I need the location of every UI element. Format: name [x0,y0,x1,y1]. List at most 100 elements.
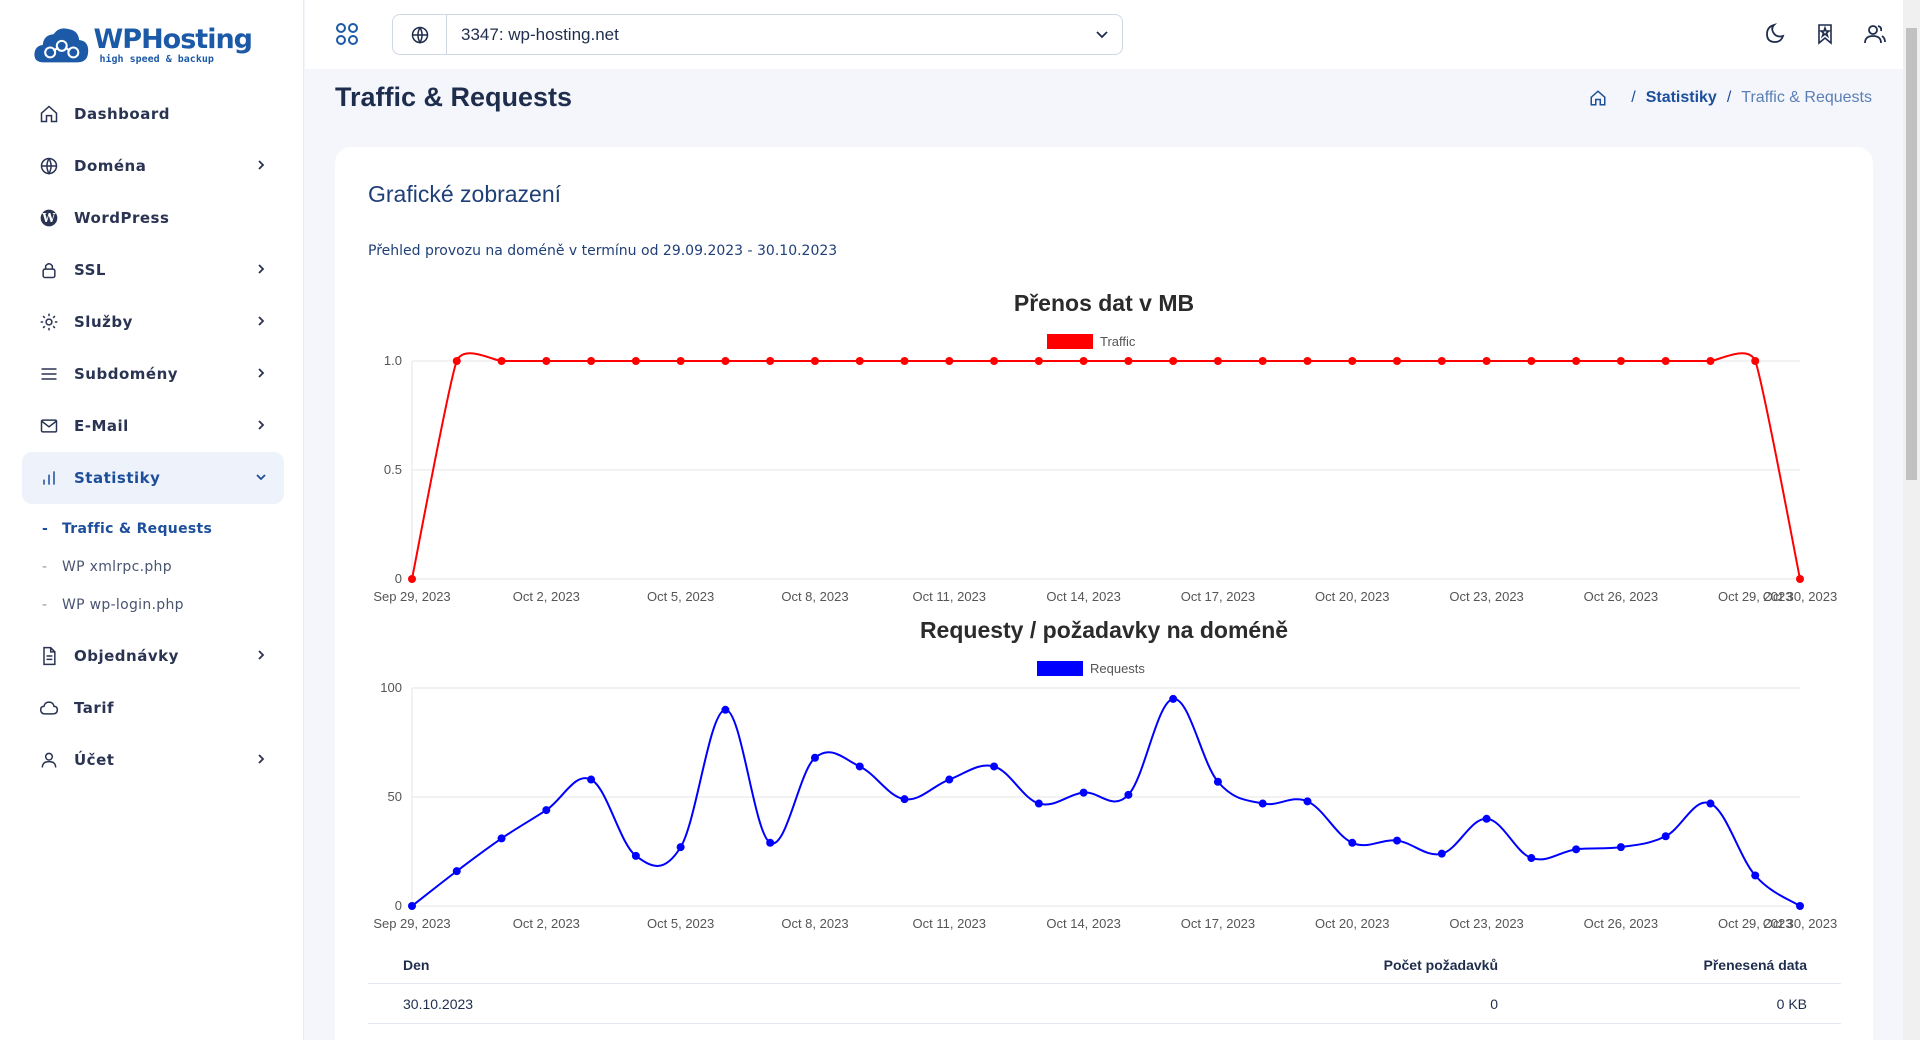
home-icon[interactable] [1589,89,1607,107]
sidebar-nav: Dashboard Doména W WordPress SSL Služby … [22,88,284,786]
sidebar-item-label: Doména [74,157,147,175]
breadcrumb: / Statistiky / Traffic & Requests [1589,89,1872,107]
sidebar-item-label: Účet [74,751,115,769]
data-point [1034,357,1043,365]
breadcrumb-current: Traffic & Requests [1741,89,1872,106]
sidebar: WPHosting high speed & backup Dashboard … [0,0,304,1040]
apps-grid-icon[interactable] [335,22,359,46]
data-point [1572,357,1581,365]
series-line-traffic [411,352,1801,580]
y-tick-label: 0.5 [384,462,402,477]
chevron-right-icon [258,316,265,326]
x-tick-label: Oct 11, 2023 [913,916,986,931]
sidebar-item-label: Dashboard [74,105,170,123]
breadcrumb-separator: / [1726,89,1732,106]
data-point [1437,357,1446,365]
sidebar-item-wordpress[interactable]: W WordPress [22,192,284,244]
data-point [1393,836,1402,845]
sidebar-item-label: Statistiky [74,469,161,487]
user-icon [38,749,60,771]
data-point [1751,357,1760,365]
data-point [676,843,685,852]
data-point [1616,357,1625,365]
data-point [1572,845,1581,854]
sidebar-item-objednavky[interactable]: Objednávky [22,630,284,682]
data-point [855,357,864,365]
x-tick-label: Oct 5, 2023 [647,589,714,604]
subnav-item-traffic-requests[interactable]: - Traffic & Requests [22,510,284,548]
x-tick-label: Oct 2, 2023 [513,589,580,604]
data-point [721,705,730,714]
data-point [497,357,506,365]
breadcrumb-separator: / [1631,89,1636,106]
sidebar-item-email[interactable]: E-Mail [22,400,284,452]
subnav-item-wp-login[interactable]: - WP wp-login.php [22,586,284,624]
chevron-right-icon [258,650,265,660]
data-point [900,795,909,804]
subnav-item-wp-xmlrpc[interactable]: - WP xmlrpc.php [22,548,284,586]
data-point [990,357,999,365]
x-tick-label: Oct 26, 2023 [1584,589,1658,604]
sidebar-item-ucet[interactable]: Účet [22,734,284,786]
data-point [452,867,461,876]
bookmark-icon[interactable] [1813,22,1837,46]
topbar-actions [1763,22,1920,46]
sidebar-item-subdomeny[interactable]: Subdomény [22,348,284,400]
x-tick-label: Oct 26, 2023 [1584,916,1658,931]
table-header: Den Počet požadavků Přenesená data [368,947,1841,984]
data-point [542,806,551,815]
data-point [1527,357,1536,365]
data-point [1706,357,1715,365]
y-tick-label: 0 [395,898,402,913]
y-tick-label: 0 [395,571,402,586]
sidebar-item-sluzby[interactable]: Služby [22,296,284,348]
data-point [1079,357,1088,365]
wordpress-icon: W [38,207,60,229]
data-point [1124,790,1133,799]
table-row: 30.10.2023 0 0 KB [368,984,1841,1024]
site-select[interactable]: 3347: wp-hosting.net [392,14,1123,55]
sidebar-item-domena[interactable]: Doména [22,140,284,192]
data-point [945,775,954,784]
stats-card: Grafické zobrazení Přehled provozu na do… [335,147,1873,1040]
data-point [1661,832,1670,841]
data-point [1348,838,1357,847]
users-icon[interactable] [1863,22,1887,46]
subnav-item-label: WP xmlrpc.php [62,559,172,575]
breadcrumb-statistiky[interactable]: Statistiky [1646,89,1717,107]
subnav-item-label: WP wp-login.php [62,597,184,613]
scrollbar-thumb[interactable] [1906,28,1917,480]
legend-label: Requests [1090,661,1145,676]
sidebar-item-tarif[interactable]: Tarif [22,682,284,734]
data-point [1661,357,1670,365]
data-point [1169,357,1178,365]
data-point [408,575,416,583]
sidebar-item-ssl[interactable]: SSL [22,244,284,296]
col-header-den[interactable]: Den [368,957,908,973]
cell-date: 30.10.2023 [403,995,474,1012]
sidebar-item-dashboard[interactable]: Dashboard [22,88,284,140]
sidebar-item-label: SSL [74,261,106,279]
page-scrollbar[interactable] [1903,0,1920,1040]
cell-requests: 0 [1490,995,1498,1012]
chevron-right-icon [258,754,265,764]
sidebar-item-statistiky[interactable]: Statistiky [22,452,284,504]
sidebar-item-label: E-Mail [74,417,129,435]
lock-icon [38,259,60,281]
data-point [810,357,819,365]
moon-icon[interactable] [1763,22,1787,46]
col-header-pocet[interactable]: Počet požadavků [908,957,1498,973]
col-header-data[interactable]: Přenesená data [1498,957,1841,973]
x-tick-label: Oct 8, 2023 [781,589,848,604]
data-point [1124,357,1133,365]
series-line-requests [411,697,1801,907]
cell-data: 0 KB [1776,995,1807,1012]
data-point [855,762,864,771]
data-point [1348,357,1357,365]
document-icon [38,645,60,667]
svg-text:W: W [41,211,56,225]
data-point [1706,799,1715,808]
x-tick-label: Oct 23, 2023 [1449,916,1523,931]
logo[interactable]: WPHosting high speed & backup [32,18,253,72]
data-point [766,838,775,847]
